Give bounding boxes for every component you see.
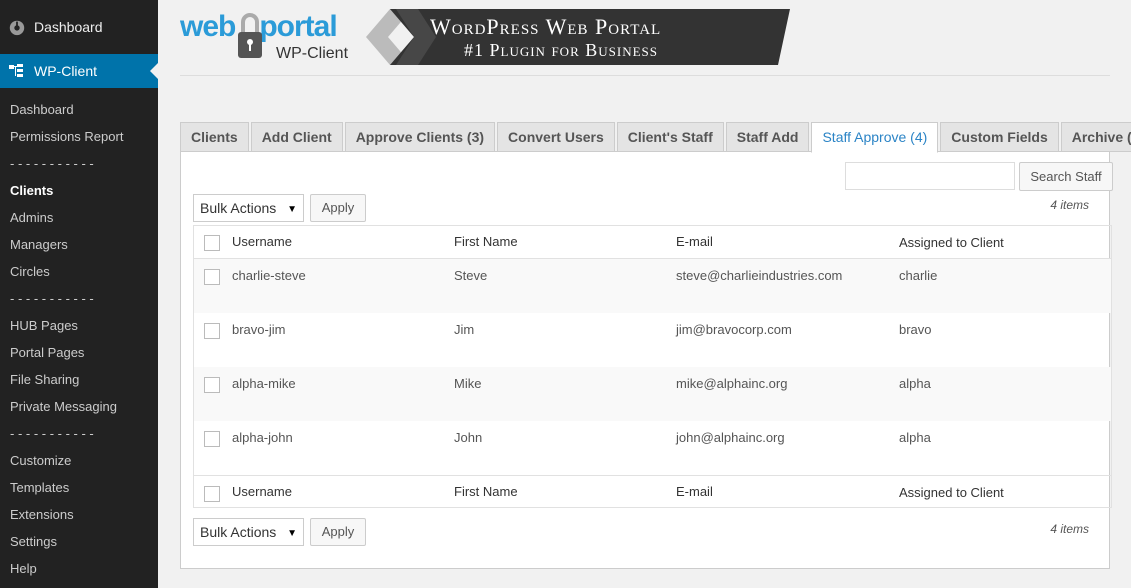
col-first-name[interactable]: First Name	[454, 234, 518, 249]
sidebar-active-label: WP-Client	[34, 63, 98, 79]
main-content: web portal WP-Client WordPress Web Portal…	[158, 0, 1131, 588]
cell-client: charlie	[899, 268, 938, 283]
col-email-footer[interactable]: E-mail	[676, 484, 713, 499]
table-row: alpha-john John john@alphainc.org alpha	[194, 421, 1111, 475]
table-footer-row: Username First Name E-mail Assigned to C…	[194, 476, 1111, 508]
sidebar-item-permissions-report[interactable]: Permissions Report	[0, 123, 158, 150]
cell-client: alpha	[899, 376, 931, 391]
sidebar-separator: - - - - - - - - - - -	[10, 426, 94, 441]
tab-convert-users[interactable]: Convert Users	[497, 122, 615, 152]
cell-username[interactable]: alpha-mike	[232, 376, 296, 391]
items-count-top: 4 items	[1050, 198, 1089, 212]
admin-sidebar: Dashboard WP-Client Dashboard Permission…	[0, 0, 158, 588]
table-header-row: Username First Name E-mail Assigned to C…	[194, 226, 1111, 258]
header-logo-area: web portal WP-Client WordPress Web Portal…	[180, 8, 790, 66]
search-staff-button[interactable]: Search Staff	[1019, 162, 1113, 191]
dashboard-icon	[9, 20, 25, 36]
staff-approve-panel: Search Staff Bulk Actions ▼ Apply 4 item…	[180, 151, 1113, 569]
cell-first-name: Steve	[454, 268, 488, 283]
table-row: charlie-steve Steve steve@charlieindustr…	[194, 259, 1111, 313]
sidebar-top-label: Dashboard	[34, 19, 103, 35]
tab-bar: Clients Add Client Approve Clients (3) C…	[180, 122, 1131, 153]
sidebar-submenu: Dashboard Permissions Report - - - - - -…	[0, 88, 158, 582]
cell-client: bravo	[899, 322, 932, 337]
logo-word-left: web	[180, 10, 236, 43]
sidebar-separator: - - - - - - - - - - -	[10, 291, 94, 306]
sidebar-item-managers[interactable]: Managers	[0, 231, 158, 258]
tab-archive[interactable]: Archive (0)	[1060, 122, 1131, 152]
tab-staff-approve[interactable]: Staff Approve (4)	[811, 122, 939, 153]
tab-clients-staff[interactable]: Client's Staff	[616, 122, 724, 152]
tab-approve-clients[interactable]: Approve Clients (3)	[344, 122, 496, 152]
banner-line-2: #1 Plugin for Business	[464, 40, 658, 60]
sidebar-item-settings[interactable]: Settings	[0, 528, 158, 555]
tab-custom-fields[interactable]: Custom Fields	[940, 122, 1059, 152]
sidebar-item-dashboard-top[interactable]: Dashboard	[0, 0, 158, 54]
col-username[interactable]: Username	[232, 234, 292, 249]
sidebar-item-clients[interactable]: Clients	[0, 177, 158, 204]
cell-first-name: Jim	[454, 322, 475, 337]
col-assigned-client-footer[interactable]: Assigned to Client	[899, 485, 1004, 500]
cell-first-name: Mike	[454, 376, 482, 391]
webportal-logo: web portal WP-Client	[180, 8, 355, 66]
logo-word-right: portal	[259, 10, 337, 43]
table-row: bravo-jim Jim jim@bravocorp.com bravo	[194, 313, 1111, 367]
sidebar-item-circles[interactable]: Circles	[0, 258, 158, 285]
sidebar-item-wp-client[interactable]: WP-Client	[0, 54, 158, 88]
col-email[interactable]: E-mail	[676, 234, 713, 249]
tab-add-client[interactable]: Add Client	[250, 122, 343, 152]
dropdown-caret-icon: ▼	[287, 528, 297, 539]
cell-username[interactable]: alpha-john	[232, 430, 293, 445]
bulk-actions-label: Bulk Actions	[200, 200, 277, 216]
lock-icon	[238, 13, 262, 58]
select-all-checkbox-footer[interactable]	[204, 486, 220, 502]
sidebar-item-templates[interactable]: Templates	[0, 474, 158, 501]
sidebar-item-hub-pages[interactable]: HUB Pages	[0, 312, 158, 339]
tab-staff-add[interactable]: Staff Add	[725, 122, 810, 152]
sidebar-separator: - - - - - - - - - - -	[10, 156, 94, 171]
cell-username[interactable]: charlie-steve	[232, 268, 306, 283]
cell-first-name: John	[454, 430, 483, 445]
apply-button-top[interactable]: Apply	[310, 194, 366, 222]
bulk-actions-label: Bulk Actions	[200, 524, 277, 540]
tab-clients[interactable]: Clients	[180, 122, 249, 152]
header-divider	[180, 75, 1110, 76]
sidebar-item-dashboard[interactable]: Dashboard	[0, 96, 158, 123]
logo-subtitle: WP-Client	[276, 45, 349, 62]
cell-client: alpha	[899, 430, 931, 445]
sidebar-item-private-messaging[interactable]: Private Messaging	[0, 393, 158, 420]
row-checkbox[interactable]	[204, 377, 220, 393]
row-checkbox[interactable]	[204, 269, 220, 285]
cell-username[interactable]: bravo-jim	[232, 322, 285, 337]
staff-table: Username First Name E-mail Assigned to C…	[193, 225, 1112, 508]
row-checkbox[interactable]	[204, 431, 220, 447]
row-checkbox[interactable]	[204, 323, 220, 339]
cell-email: steve@charlieindustries.com	[676, 268, 843, 283]
bulk-actions-select-bottom[interactable]: Bulk Actions ▼	[193, 518, 304, 546]
sidebar-item-admins[interactable]: Admins	[0, 204, 158, 231]
header-banner: WordPress Web Portal #1 Plugin for Busin…	[366, 9, 790, 65]
search-staff-input[interactable]	[845, 162, 1015, 190]
cell-email: jim@bravocorp.com	[676, 322, 792, 337]
items-count-bottom: 4 items	[1050, 522, 1089, 536]
dropdown-caret-icon: ▼	[287, 204, 297, 215]
sidebar-item-file-sharing[interactable]: File Sharing	[0, 366, 158, 393]
sidebar-item-help[interactable]: Help	[0, 555, 158, 582]
select-all-checkbox[interactable]	[204, 235, 220, 251]
bulk-actions-select-top[interactable]: Bulk Actions ▼	[193, 194, 304, 222]
sidebar-item-portal-pages[interactable]: Portal Pages	[0, 339, 158, 366]
sidebar-item-extensions[interactable]: Extensions	[0, 501, 158, 528]
col-assigned-client[interactable]: Assigned to Client	[899, 235, 1004, 250]
apply-button-bottom[interactable]: Apply	[310, 518, 366, 546]
col-username-footer[interactable]: Username	[232, 484, 292, 499]
wp-client-icon	[9, 64, 23, 77]
cell-email: mike@alphainc.org	[676, 376, 788, 391]
cell-email: john@alphainc.org	[676, 430, 785, 445]
sidebar-item-customize[interactable]: Customize	[0, 447, 158, 474]
active-arrow	[150, 63, 158, 79]
table-row: alpha-mike Mike mike@alphainc.org alpha	[194, 367, 1111, 421]
banner-line-1: WordPress Web Portal	[430, 14, 662, 39]
col-first-name-footer[interactable]: First Name	[454, 484, 518, 499]
